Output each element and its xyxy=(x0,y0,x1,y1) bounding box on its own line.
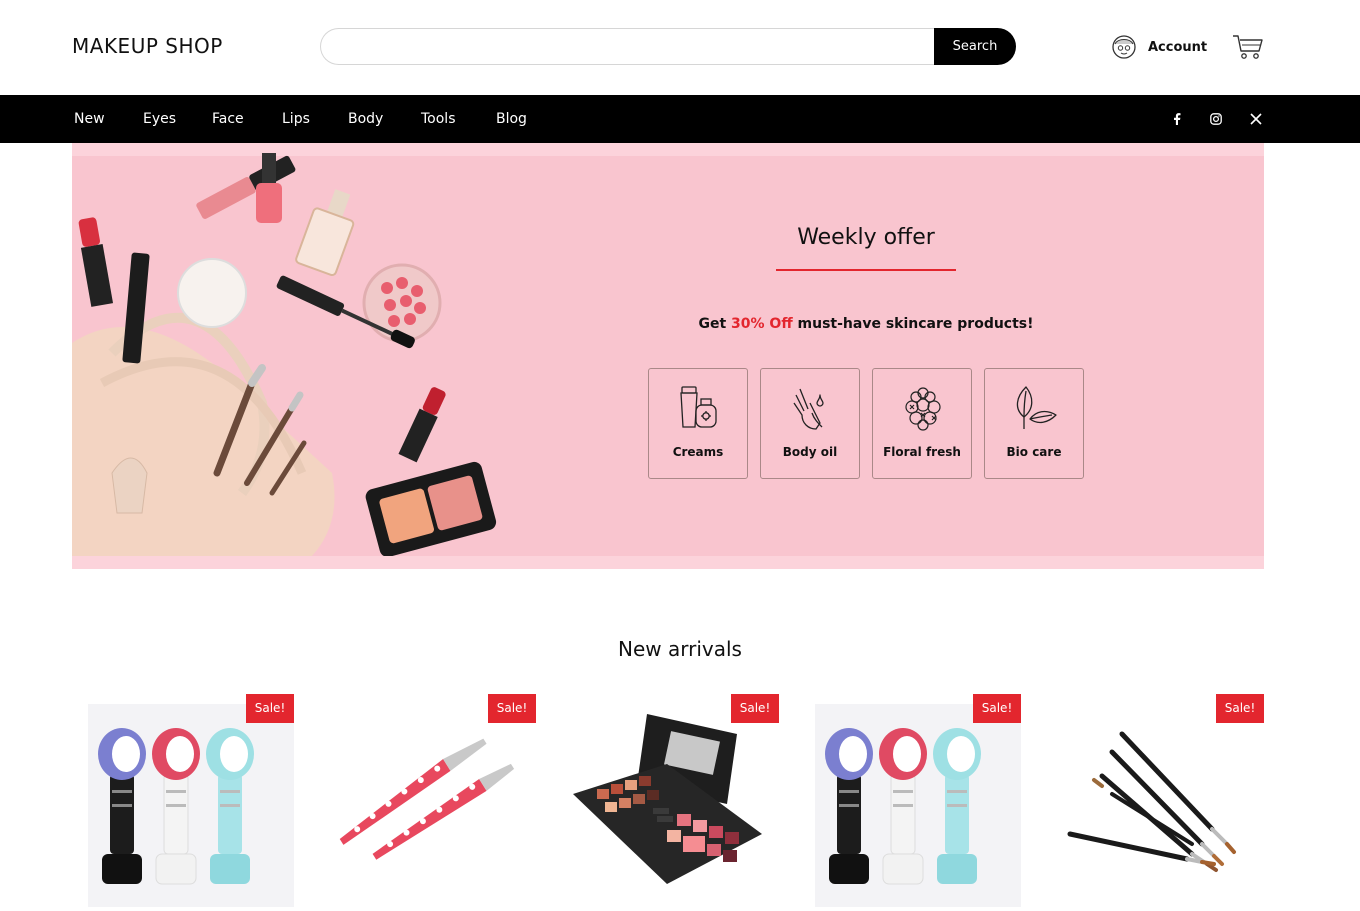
site-header: MAKEUP SHOP Search Account xyxy=(0,0,1360,95)
product-card[interactable]: Sale! xyxy=(1042,694,1264,907)
hands-oil-icon xyxy=(793,388,824,430)
search-bar: Search xyxy=(320,28,1016,65)
product-card[interactable]: Sale! xyxy=(557,694,779,907)
makeup-brushes-image xyxy=(1067,731,1236,872)
cream-bottle-icon xyxy=(680,386,717,428)
offer-text-after: must-have skincare products! xyxy=(792,316,1034,332)
banner-bottom-strip xyxy=(72,556,1264,569)
title-underline xyxy=(776,269,956,271)
sale-badge: Sale! xyxy=(973,694,1021,723)
offer-title: Weekly offer xyxy=(797,225,935,250)
x-icon[interactable] xyxy=(1247,110,1265,128)
category-card-creams[interactable]: Creams xyxy=(648,368,748,479)
offer-description: Get 30% Off must-have skincare products! xyxy=(627,316,1105,332)
category-card-body-oil[interactable]: Body oil xyxy=(760,368,860,479)
category-label: Creams xyxy=(672,445,724,459)
search-input[interactable] xyxy=(320,28,960,65)
category-card-floral-fresh[interactable]: Floral fresh xyxy=(872,368,972,479)
cosmetics-flatlay-image xyxy=(72,153,497,556)
product-card[interactable]: Sale! xyxy=(72,694,294,907)
nav-item-face[interactable]: Face xyxy=(212,95,244,143)
category-card-bio-care[interactable]: Bio care xyxy=(984,368,1084,479)
eyelash-dryer-image xyxy=(88,704,294,907)
account-label: Account xyxy=(1148,39,1208,55)
sale-badge: Sale! xyxy=(488,694,536,723)
product-card[interactable]: Sale! xyxy=(314,694,536,907)
offer-discount: 30% Off xyxy=(731,316,793,332)
sale-badge: Sale! xyxy=(731,694,779,723)
main-nav: New Eyes Face Lips Body Tools Blog xyxy=(0,95,1360,143)
nav-item-tools[interactable]: Tools xyxy=(421,95,456,143)
nav-item-eyes[interactable]: Eyes xyxy=(143,95,176,143)
search-button[interactable]: Search xyxy=(934,28,1016,65)
flower-icon xyxy=(905,387,941,431)
leaf-icon xyxy=(1016,386,1057,429)
eyelash-dryer-image xyxy=(815,704,1021,907)
new-arrivals-title: New arrivals xyxy=(618,637,742,661)
offer-text-before: Get xyxy=(698,316,732,332)
sale-badge: Sale! xyxy=(246,694,294,723)
nav-item-blog[interactable]: Blog xyxy=(496,95,527,143)
cart-icon[interactable] xyxy=(1232,33,1264,61)
sale-badge: Sale! xyxy=(1216,694,1264,723)
nav-item-body[interactable]: Body xyxy=(348,95,383,143)
category-label: Body oil xyxy=(782,445,838,459)
product-card[interactable]: Sale! xyxy=(799,694,1021,907)
nav-item-lips[interactable]: Lips xyxy=(282,95,310,143)
instagram-icon[interactable] xyxy=(1207,110,1225,128)
category-label: Floral fresh xyxy=(883,445,961,459)
account-link[interactable]: Account xyxy=(1110,33,1207,61)
weekly-offer-banner: Weekly offer Get 30% Off must-have skinc… xyxy=(72,143,1264,569)
tweezers-image xyxy=(339,738,515,860)
eyeshadow-palette-image xyxy=(573,714,762,884)
user-face-icon xyxy=(1110,33,1138,61)
category-label: Bio care xyxy=(1006,445,1062,459)
nav-item-new[interactable]: New xyxy=(74,95,105,143)
facebook-icon[interactable] xyxy=(1168,110,1186,128)
site-logo[interactable]: MAKEUP SHOP xyxy=(72,34,223,58)
